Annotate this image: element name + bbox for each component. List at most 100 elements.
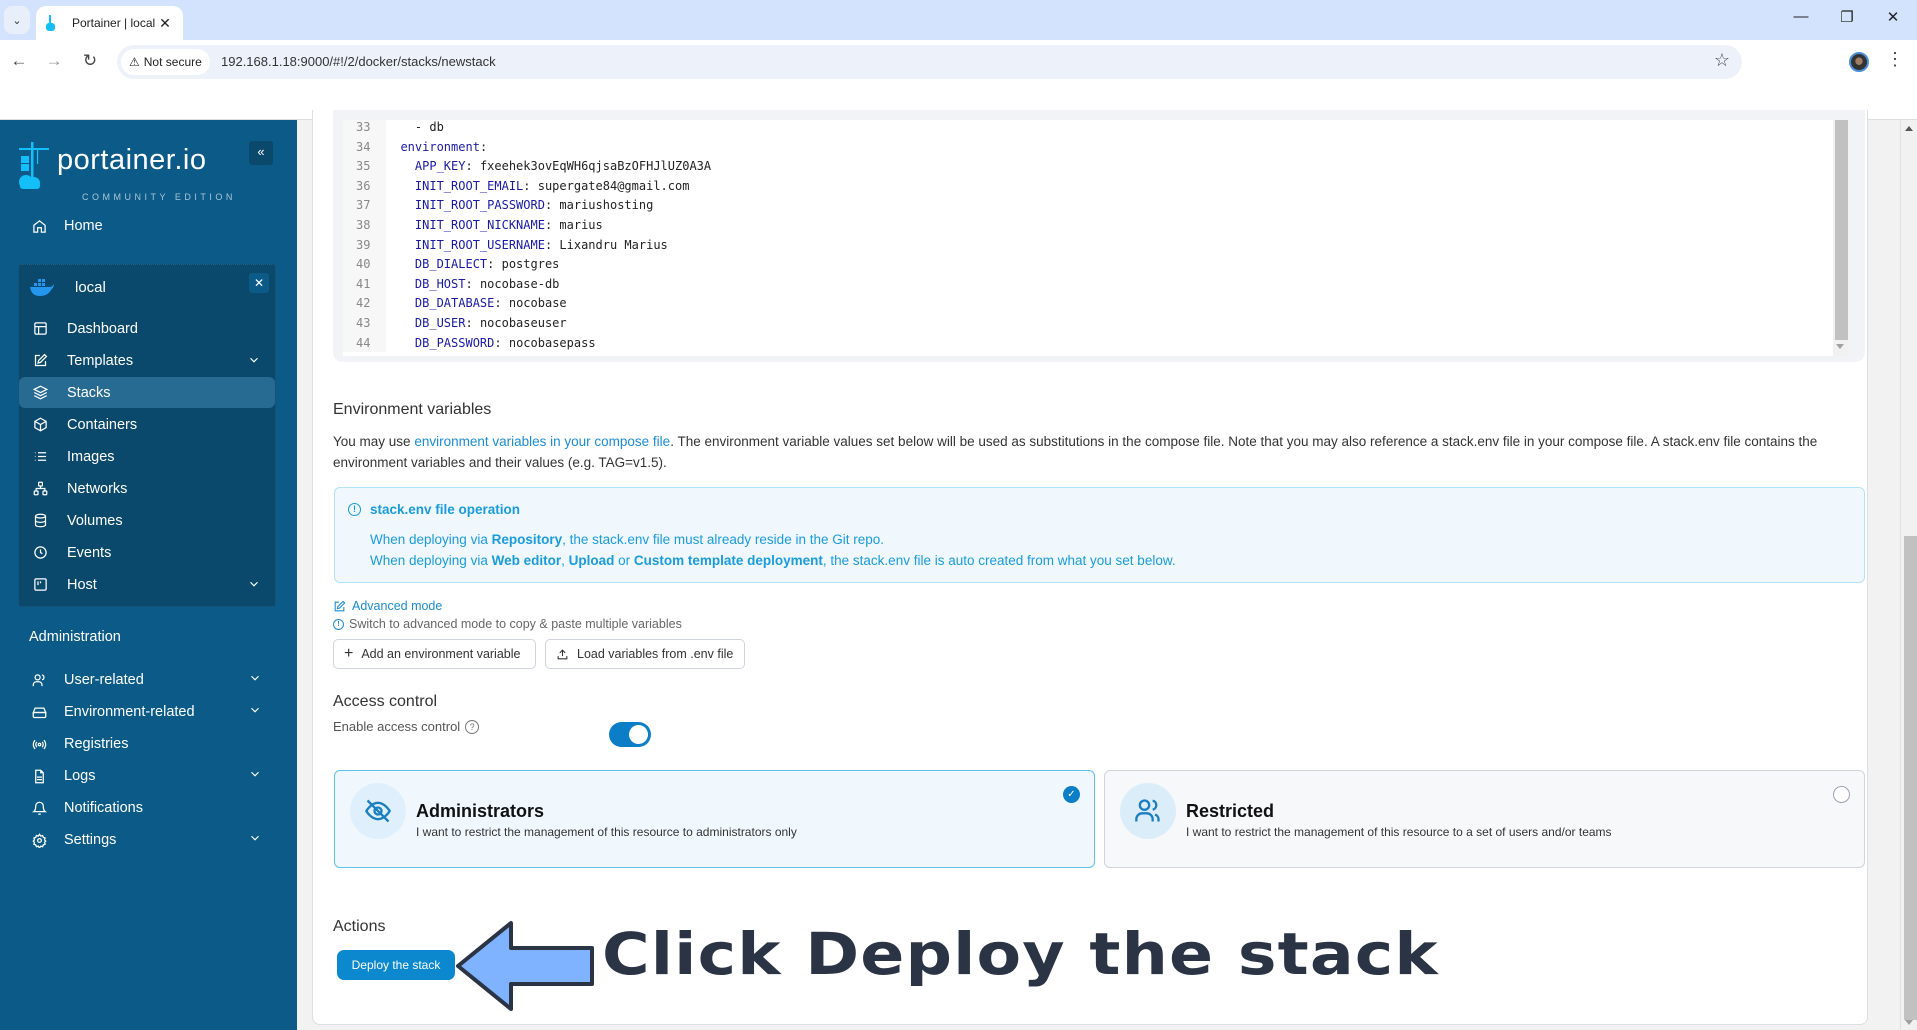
access-option-restricted[interactable]: Restricted I want to restrict the manage… — [1104, 770, 1865, 868]
sidebar-item-settings[interactable]: Settings — [18, 824, 276, 856]
collapse-sidebar-button[interactable]: « — [249, 141, 273, 165]
chevron-down-icon[interactable] — [247, 353, 261, 371]
code-key: DB_DIALECT — [414, 257, 488, 272]
browser-tab[interactable]: Portainer | local ✕ — [36, 6, 183, 40]
access-control-toggle[interactable] — [609, 722, 651, 747]
button-label: Load variables from .env file — [577, 647, 734, 661]
page-scrollbar-thumb[interactable] — [1904, 536, 1917, 1020]
code-line[interactable]: 38 INIT_ROOT_NICKNAME: marius — [343, 215, 1823, 235]
scroll-down-arrow-icon[interactable] — [1905, 1020, 1913, 1025]
code-key: INIT_ROOT_PASSWORD — [414, 198, 545, 213]
sidebar-item-label: Stacks — [67, 384, 111, 401]
code-line[interactable]: 43 DB_USER: nocobaseuser — [343, 313, 1823, 333]
advanced-mode-link[interactable]: Advanced mode — [333, 599, 442, 613]
label-text: Enable access control — [333, 719, 461, 734]
deploy-stack-button[interactable]: Deploy the stack — [337, 950, 455, 980]
sidebar-item-containers[interactable]: Containers — [19, 409, 275, 440]
option-title: Restricted — [1186, 801, 1275, 821]
sidebar-item-registries[interactable]: Registries — [18, 728, 276, 760]
restore-button[interactable]: ❐ — [1824, 8, 1870, 26]
code-line[interactable]: 33 - db — [343, 120, 1823, 137]
sidebar-item-label: Containers — [67, 416, 138, 433]
sidebar-item-notifications[interactable]: Notifications — [18, 792, 276, 824]
code-line[interactable]: 34 environment: — [343, 137, 1823, 157]
environment-header[interactable]: local ✕ — [19, 265, 277, 309]
sidebar-item-templates[interactable]: Templates — [19, 345, 275, 376]
access-option-administrators[interactable]: Administrators I want to restrict the ma… — [334, 770, 1095, 868]
line-number: 36 — [356, 178, 371, 193]
chevron-down-icon[interactable] — [248, 831, 262, 849]
load-env-file-button[interactable]: Load variables from .env file — [545, 639, 745, 669]
code-value: fxeehek3ovEqWH6qjsaBzOFHJlUZ0A3A — [479, 159, 712, 174]
sidebar-item-dashboard[interactable]: Dashboard — [19, 313, 275, 344]
sidebar-item-home[interactable]: Home — [18, 210, 276, 242]
browser-menu-icon[interactable]: ⋮ — [1886, 50, 1904, 68]
code-line[interactable]: 35 APP_KEY: fxeehek3ovEqWH6qjsaBzOFHJlUZ… — [343, 156, 1823, 176]
bookmark-star-icon[interactable]: ☆ — [1714, 50, 1730, 71]
code-line[interactable]: 39 INIT_ROOT_USERNAME: Lixandru Marius — [343, 235, 1823, 255]
editor-scrollbar-thumb[interactable] — [1835, 120, 1848, 340]
add-environment-variable-button[interactable]: + Add an environment variable — [333, 639, 536, 669]
chevron-down-icon[interactable] — [248, 767, 262, 785]
tab-close-icon[interactable]: ✕ — [155, 15, 175, 32]
sidebar-item-user-related[interactable]: User-related — [18, 664, 276, 696]
window-close-button[interactable]: ✕ — [1870, 8, 1916, 26]
code-line[interactable]: 42 DB_DATABASE: nocobase — [343, 293, 1823, 313]
address-bar[interactable]: ⚠ Not secure 192.168.1.18:9000/#!/2/dock… — [117, 45, 1742, 79]
sidebar-item-volumes[interactable]: Volumes — [19, 505, 275, 536]
sidebar-item-events[interactable]: Events — [19, 537, 275, 568]
sidebar-item-images[interactable]: Images — [19, 441, 275, 472]
chevron-down-icon[interactable] — [247, 577, 261, 595]
back-button[interactable]: ← — [6, 48, 32, 74]
environment-close-button[interactable]: ✕ — [249, 273, 269, 293]
scroll-down-arrow-icon[interactable] — [1836, 344, 1844, 349]
code-line[interactable]: 37 INIT_ROOT_PASSWORD: mariushosting — [343, 195, 1823, 215]
code-line[interactable]: 36 INIT_ROOT_EMAIL: supergate84@gmail.co… — [343, 176, 1823, 196]
minimize-button[interactable]: — — [1778, 8, 1824, 25]
code-key: DB_DATABASE — [414, 296, 495, 311]
code-line[interactable]: 41 DB_HOST: nocobase-db — [343, 274, 1823, 294]
sidebar-item-networks[interactable]: Networks — [19, 473, 275, 504]
sidebar-item-label: Logs — [64, 768, 96, 784]
line-number: 40 — [356, 257, 371, 272]
sidebar-item-host[interactable]: Host — [19, 569, 275, 600]
code-punct: : — [544, 237, 560, 252]
portainer-logo[interactable]: portainer.io COMMUNITY EDITION — [17, 142, 232, 202]
sidebar-item-stacks[interactable]: Stacks — [19, 377, 275, 408]
unselected-radio[interactable] — [1833, 786, 1850, 803]
not-secure-badge[interactable]: ⚠ Not secure — [121, 49, 210, 75]
sidebar-item-label: Home — [64, 218, 103, 234]
code-line[interactable]: 44 DB_PASSWORD: nocobasepass — [343, 333, 1823, 353]
sidebar-item-label: Volumes — [67, 512, 123, 529]
environment-variables-heading: Environment variables — [333, 401, 492, 418]
sidebar-item-logs[interactable]: Logs — [18, 760, 276, 792]
sidebar-item-environment-related[interactable]: Environment-related — [18, 696, 276, 728]
compose-editor[interactable]: 33 - db 34 environment: 35 APP_KEY: fxeehe… — [343, 120, 1848, 356]
environment-panel: local ✕ Dashboard Templates Stacks Containe… — [18, 264, 276, 607]
page-scrollbar[interactable] — [1900, 120, 1917, 1030]
editor-scrollbar[interactable] — [1833, 120, 1848, 356]
tab-list-button[interactable]: ⌄ — [4, 6, 30, 34]
help-icon[interactable]: ? — [465, 719, 480, 734]
scroll-up-arrow-icon[interactable] — [1905, 126, 1913, 131]
code-value: Lixandru Marius — [559, 237, 668, 252]
chevron-down-icon[interactable] — [248, 671, 262, 689]
annotation-text: Click Deploy the stack — [602, 920, 1439, 988]
info-title: stack.env file operation — [370, 502, 521, 517]
chevron-down-icon[interactable] — [248, 703, 262, 721]
env-vars-docs-link[interactable]: environment variables in your compose fi… — [414, 434, 670, 449]
tab-title: Portainer | local — [72, 16, 155, 30]
sidebar-item-label: Images — [67, 448, 115, 465]
code-line[interactable]: 40 DB_DIALECT: postgres — [343, 254, 1823, 274]
profile-avatar[interactable] — [1849, 52, 1869, 72]
url-text[interactable]: 192.168.1.18:9000/#!/2/docker/stacks/new… — [221, 54, 496, 69]
toggle-knob — [629, 725, 648, 744]
line-number: 41 — [356, 276, 371, 291]
reload-button[interactable]: ↻ — [77, 48, 103, 74]
forward-button[interactable]: → — [41, 48, 67, 74]
